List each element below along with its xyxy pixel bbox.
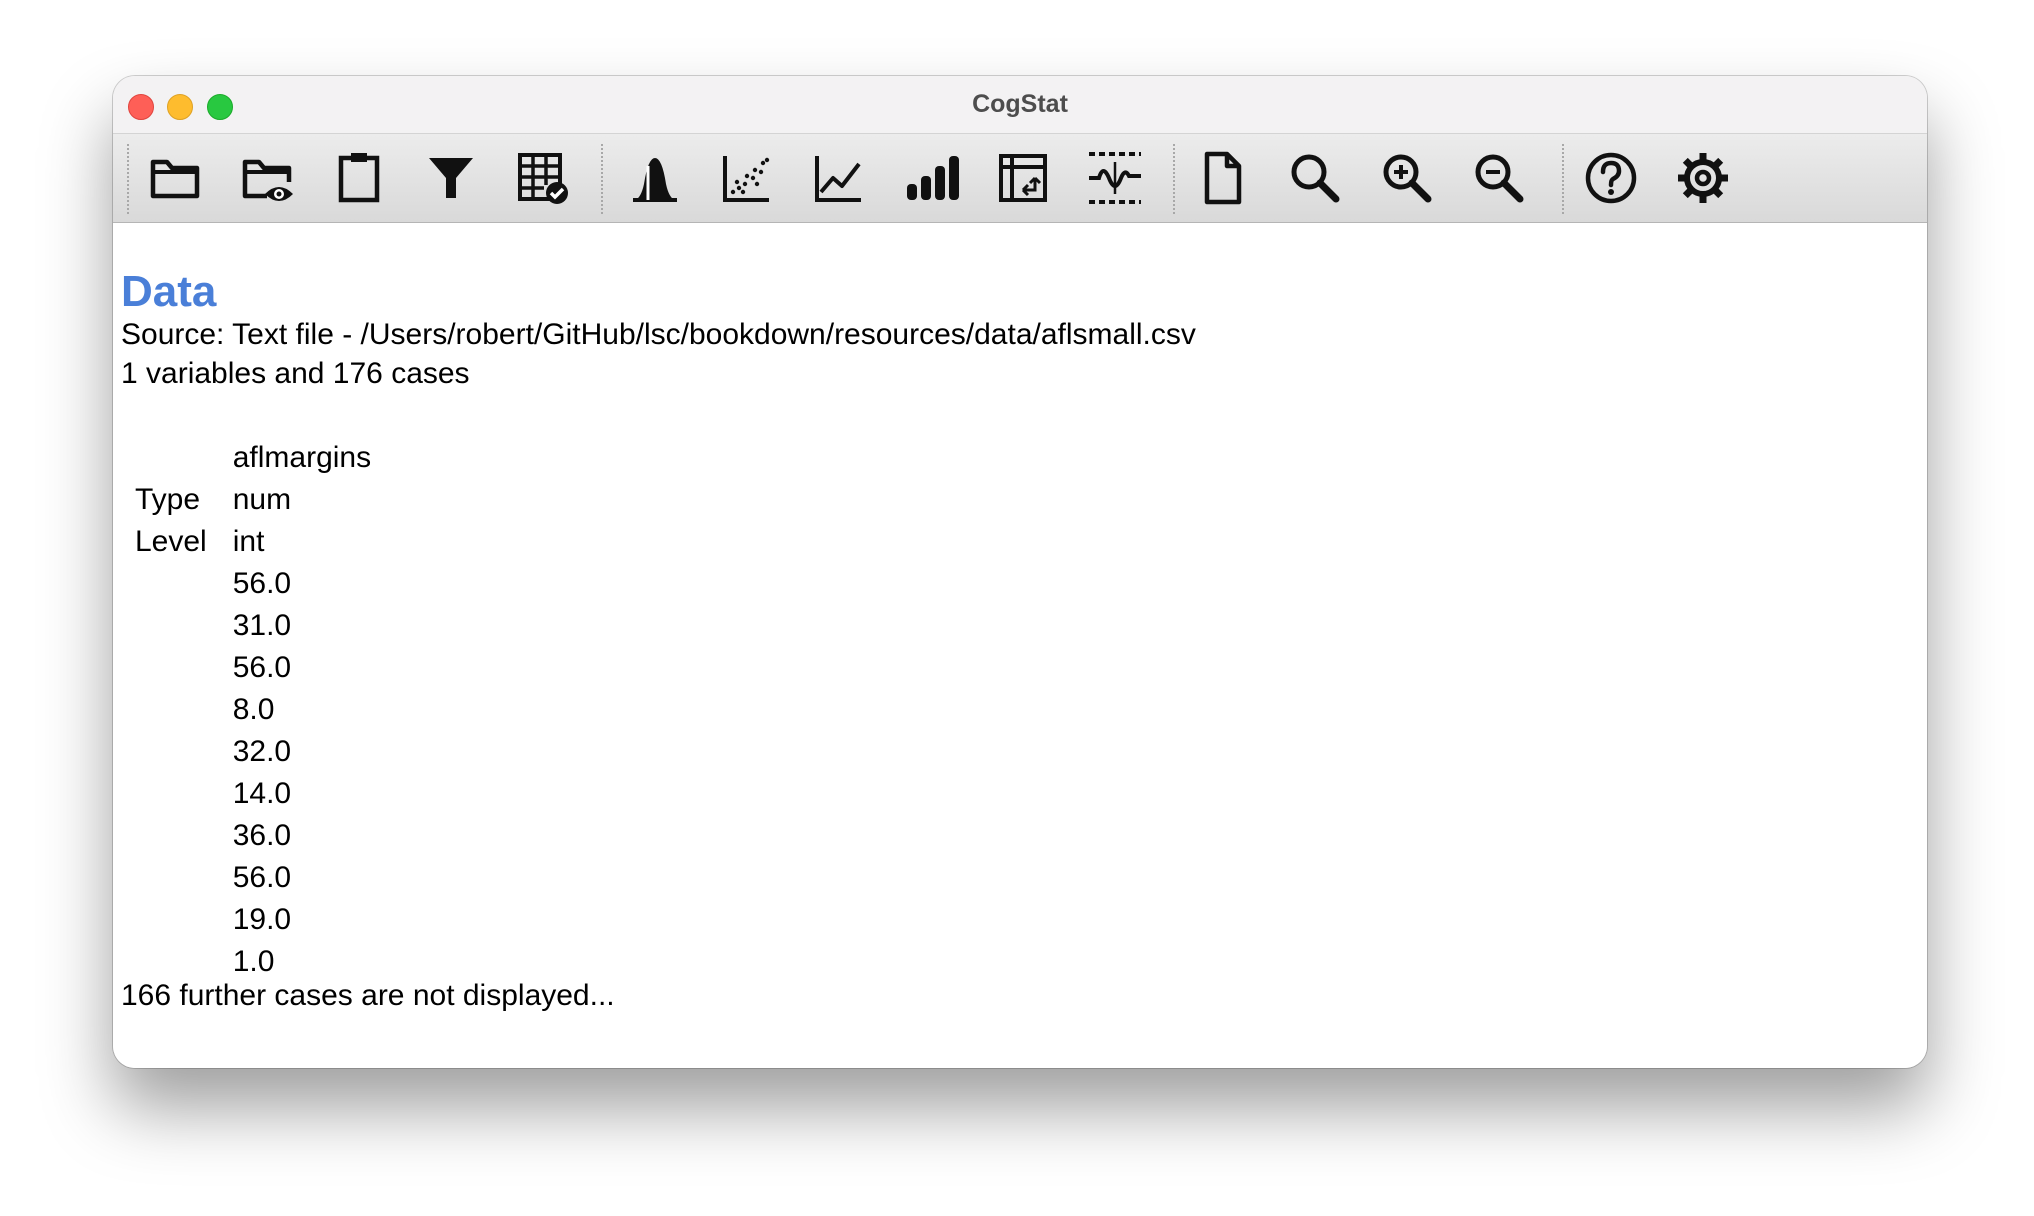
variable-name-header: aflmargins: [232, 441, 372, 474]
compare-variables-button[interactable]: [899, 146, 963, 210]
row-label: Level: [135, 525, 207, 558]
open-folder-icon: [150, 159, 200, 199]
cell-value: num: [232, 483, 292, 516]
data-table-check-button[interactable]: [511, 146, 575, 210]
table-header-row: aflmargins: [121, 437, 385, 479]
filter-icon: [429, 158, 473, 198]
data-table-check-icon: [518, 153, 568, 204]
explore-relations-button[interactable]: [715, 146, 779, 210]
window-title: CogStat: [972, 90, 1068, 118]
toolbar-separator: [1173, 144, 1175, 214]
search-icon: [1291, 154, 1340, 203]
data-summary-text: 1 variables and 176 cases: [121, 357, 470, 390]
new-output-button[interactable]: [1191, 146, 1255, 210]
distribution-icon: [633, 158, 677, 202]
row-label: Type: [135, 483, 201, 516]
data-table: aflmargins Type num Level int 56.0 31.0 …: [121, 437, 385, 983]
type-row: Type num: [121, 479, 385, 521]
section-heading: Data: [121, 267, 217, 316]
zoom-out-icon: [1475, 154, 1524, 203]
table-row: 31.0: [121, 605, 385, 647]
app-window: CogStat Data Source: Text file - /Users/…: [113, 76, 1927, 1068]
help-button[interactable]: [1579, 146, 1643, 210]
scatter-icon: [723, 156, 770, 202]
more-cases-note: 166 further cases are not displayed...: [121, 979, 615, 1012]
reliability-button[interactable]: [807, 146, 871, 210]
compare-groups-button[interactable]: [1083, 146, 1147, 210]
clipboard-icon: [338, 153, 380, 203]
view-data-icon: [242, 159, 293, 201]
filter-button[interactable]: [419, 146, 483, 210]
table-row: 14.0: [121, 773, 385, 815]
table-row: 56.0: [121, 563, 385, 605]
toolbar-separator: [601, 144, 603, 214]
table-row: 32.0: [121, 731, 385, 773]
output-pane[interactable]: Data Source: Text file - /Users/robert/G…: [113, 223, 1927, 1068]
table-row: 56.0: [121, 647, 385, 689]
cell-value: 19.0: [232, 903, 292, 936]
compare-groups-icon: [1089, 152, 1141, 204]
cell-value: 56.0: [232, 861, 292, 894]
table-row: 8.0: [121, 689, 385, 731]
toolbar: [113, 133, 1927, 224]
cell-value: 31.0: [232, 609, 292, 642]
view-data-button[interactable]: [235, 146, 299, 210]
title-bar: CogStat: [113, 76, 1927, 133]
level-row: Level int: [121, 521, 385, 563]
toolbar-grip[interactable]: [127, 144, 129, 214]
help-icon: [1585, 152, 1637, 204]
bar-chart-icon: [907, 156, 959, 200]
cell-value: 14.0: [232, 777, 292, 810]
cell-value: 8.0: [232, 693, 275, 726]
pivot-table-icon: [999, 154, 1047, 202]
zoom-in-button[interactable]: [1375, 146, 1439, 210]
cell-value: 1.0: [232, 945, 275, 978]
pivot-table-button[interactable]: [991, 146, 1055, 210]
table-row: 56.0: [121, 857, 385, 899]
cell-value: 56.0: [232, 651, 292, 684]
cell-value: 56.0: [232, 567, 292, 600]
paste-data-button[interactable]: [327, 146, 391, 210]
settings-icon: [1678, 153, 1728, 203]
open-data-button[interactable]: [143, 146, 207, 210]
zoom-out-button[interactable]: [1467, 146, 1531, 210]
cell-value: 36.0: [232, 819, 292, 852]
zoom-in-icon: [1383, 154, 1432, 203]
table-row: 19.0: [121, 899, 385, 941]
table-row: 1.0: [121, 941, 385, 983]
new-document-icon: [1204, 151, 1242, 205]
line-chart-icon: [815, 156, 861, 202]
data-source-text: Source: Text file - /Users/robert/GitHub…: [121, 318, 1196, 351]
find-button[interactable]: [1283, 146, 1347, 210]
table-corner-cell: [121, 437, 221, 479]
explore-variable-button[interactable]: [623, 146, 687, 210]
table-row: 36.0: [121, 815, 385, 857]
cell-value: int: [232, 525, 265, 558]
toolbar-separator: [1562, 144, 1564, 214]
settings-button[interactable]: [1671, 146, 1735, 210]
cell-value: 32.0: [232, 735, 292, 768]
